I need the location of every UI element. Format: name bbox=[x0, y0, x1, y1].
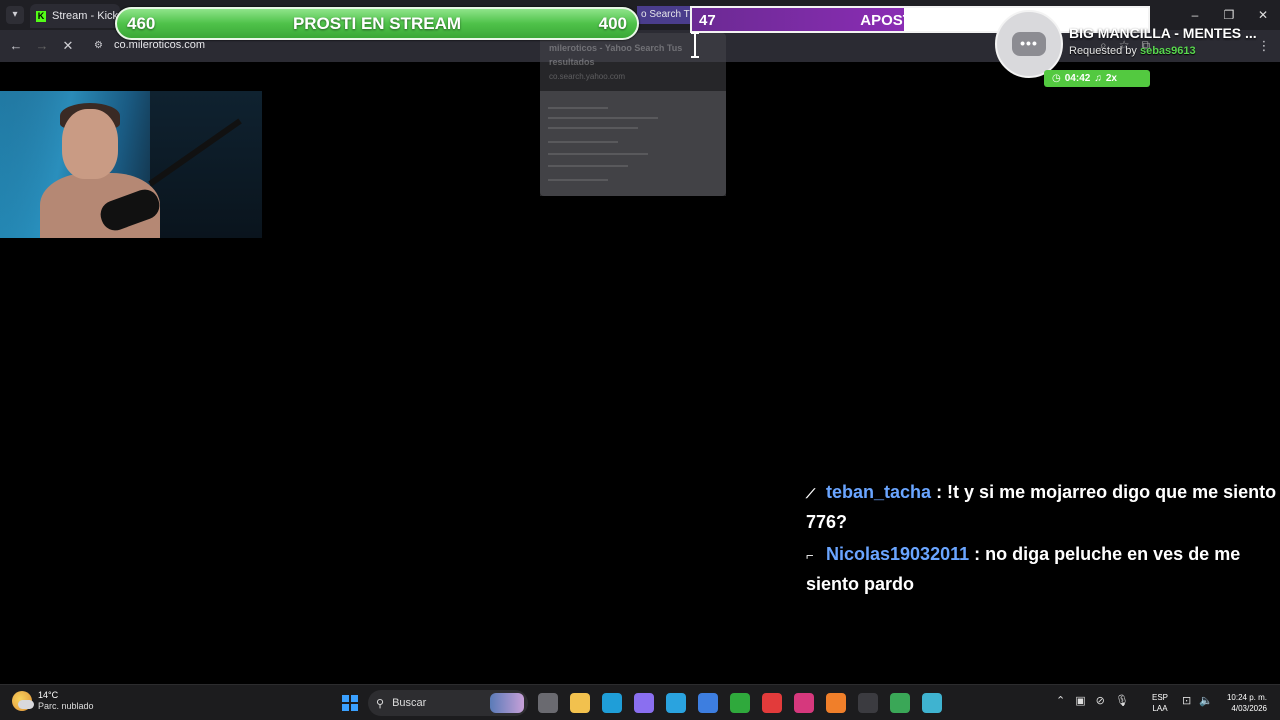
search-placeholder: Buscar bbox=[392, 697, 427, 709]
instagram-icon[interactable] bbox=[794, 693, 814, 713]
clock[interactable]: 10:24 p. m. 4/03/2026 bbox=[1221, 692, 1267, 714]
song-requested-user: sebas9613 bbox=[1139, 45, 1196, 57]
song-time: 04:42 bbox=[1064, 73, 1091, 84]
obs-icon[interactable] bbox=[858, 693, 878, 713]
brave-icon[interactable] bbox=[826, 693, 846, 713]
search-icon: ⚲ bbox=[376, 697, 385, 710]
wand-icon: ⟋ bbox=[806, 486, 816, 501]
site-settings-icon[interactable]: ⚙ bbox=[94, 40, 106, 52]
song-album-art: ••• bbox=[995, 10, 1063, 78]
network-icon[interactable]: ⊡ bbox=[1182, 694, 1191, 707]
song-status-pill: ◷ 04:42 ♫ 2x bbox=[1044, 70, 1150, 87]
weather-description: Parc. nublado bbox=[38, 701, 94, 711]
language-indicator[interactable]: ESP LAA bbox=[1152, 692, 1168, 714]
chat-username: Nicolas19032011 bbox=[826, 544, 970, 564]
poll-green-right-value: 400 bbox=[598, 14, 627, 33]
taskbar-search[interactable]: ⚲ Buscar bbox=[368, 690, 528, 716]
clock-date: 4/03/2026 bbox=[1231, 704, 1267, 713]
globe-icon[interactable] bbox=[922, 693, 942, 713]
poll-bar-green: 460 PROSTI EN STREAM 400 bbox=[115, 7, 639, 40]
system-tray-network: ⊡ 🔈 bbox=[1182, 694, 1213, 707]
wps-icon[interactable] bbox=[762, 693, 782, 713]
forward-icon[interactable]: → bbox=[34, 38, 50, 54]
chat-message: ⌐ Nicolas19032011 : no diga peluche en ve… bbox=[806, 540, 1280, 599]
chrome-icon[interactable] bbox=[890, 693, 910, 713]
song-requested-prefix: Requested by bbox=[1069, 45, 1137, 57]
taskbar-apps bbox=[538, 693, 942, 713]
webcam-feed bbox=[0, 91, 262, 238]
windows-taskbar: 14°C Parc. nublado ⚲ Buscar ⌃ ▣ ⊘ 🎙 ESP … bbox=[0, 684, 1280, 720]
windows-start-icon[interactable] bbox=[342, 695, 358, 711]
poll-green-label: PROSTI EN STREAM bbox=[292, 14, 462, 33]
telegram-icon[interactable] bbox=[666, 693, 686, 713]
search-highlight-art bbox=[490, 693, 524, 713]
lang-line1: ESP bbox=[1152, 693, 1169, 702]
music-note-icon: ♫ bbox=[1094, 73, 1102, 84]
edge-icon[interactable] bbox=[602, 693, 622, 713]
tab-search-menu-icon[interactable]: ▾ bbox=[6, 6, 24, 24]
text-cursor-icon bbox=[691, 32, 699, 58]
weather-partly-cloudy-icon bbox=[12, 691, 34, 711]
store-icon[interactable] bbox=[698, 693, 718, 713]
more-icon: ••• bbox=[1012, 32, 1046, 56]
chevron-up-icon[interactable]: ⌃ bbox=[1056, 694, 1065, 707]
weather-temperature: 14°C bbox=[38, 690, 59, 700]
tab-title: Stream - Kick Da bbox=[52, 10, 120, 22]
preview-url: co.search.yahoo.com bbox=[549, 72, 626, 81]
tab-kick-stream[interactable]: K Stream - Kick Da bbox=[30, 4, 120, 28]
address-bar[interactable]: co.mileroticos.com bbox=[114, 39, 205, 51]
tray-app-icon[interactable]: ▣ bbox=[1075, 694, 1085, 707]
system-tray: ⌃ ▣ ⊘ 🎙 bbox=[1056, 694, 1129, 707]
song-title: BIG MANCILLA - MENTES ... bbox=[1069, 25, 1257, 41]
preview-thumbnail bbox=[540, 91, 726, 196]
clock-time: 10:24 p. m. bbox=[1226, 693, 1267, 702]
microphone-tray-icon[interactable]: 🎙 bbox=[1115, 694, 1129, 707]
chat-overlay: ⟋ teban_tacha : !t y si me mojarreo digo … bbox=[806, 478, 1280, 602]
tab-yahoo-search[interactable]: o Search Tu bbox=[637, 6, 695, 24]
stop-loading-icon[interactable]: ✕ bbox=[60, 38, 76, 54]
chat-message: ⟋ teban_tacha : !t y si me mojarreo digo … bbox=[806, 478, 1280, 537]
song-requested-by: Requested by sebas9613 bbox=[1069, 45, 1196, 57]
file-explorer-icon[interactable] bbox=[570, 693, 590, 713]
lang-line2: LAA bbox=[1152, 704, 1168, 713]
kick-icon: K bbox=[36, 10, 46, 22]
task-view-icon[interactable] bbox=[538, 693, 558, 713]
chat-username: teban_tacha bbox=[826, 482, 932, 502]
clock-icon: ◷ bbox=[1052, 73, 1061, 84]
tray-app-icon[interactable]: ⊘ bbox=[1096, 694, 1105, 707]
weather-widget[interactable]: 14°C Parc. nublado bbox=[12, 690, 94, 712]
pistol-icon: ⌐ bbox=[806, 548, 814, 563]
xbox-icon[interactable] bbox=[730, 693, 750, 713]
copilot-icon[interactable] bbox=[634, 693, 654, 713]
volume-icon[interactable]: 🔈 bbox=[1199, 694, 1213, 707]
song-speed: 2x bbox=[1105, 73, 1117, 84]
back-icon[interactable]: ← bbox=[8, 38, 24, 54]
